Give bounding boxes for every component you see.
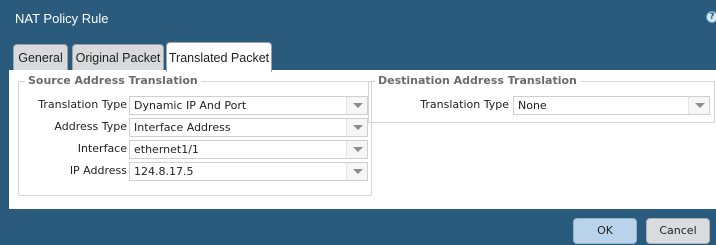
- tab-content-panel: Source Address Translation Translation T…: [9, 70, 716, 209]
- source-translation-type-value: Dynamic IP And Port: [134, 99, 247, 112]
- cancel-button[interactable]: Cancel: [646, 218, 710, 244]
- ip-address-dropdown[interactable]: [346, 163, 367, 180]
- destination-translation-type-select[interactable]: None: [513, 96, 710, 115]
- chevron-down-icon: [353, 147, 363, 152]
- address-type-value: Interface Address: [134, 121, 231, 134]
- destination-translation-type-dropdown[interactable]: [688, 97, 709, 114]
- source-translation-type-select[interactable]: Dynamic IP And Port: [129, 96, 368, 115]
- ip-address-label: IP Address: [69, 164, 127, 177]
- tab-bar: General Original Packet Translated Packe…: [0, 42, 716, 72]
- chevron-down-icon: [353, 125, 363, 130]
- destination-translation-type-value: None: [518, 99, 547, 112]
- address-type-select[interactable]: Interface Address: [129, 118, 368, 137]
- address-type-label: Address Type: [54, 120, 127, 133]
- ip-address-select[interactable]: 124.8.17.5: [129, 162, 368, 181]
- help-icon[interactable]: ?: [706, 11, 716, 23]
- dialog-title: NAT Policy Rule: [15, 11, 109, 26]
- dialog-footer: OK Cancel: [0, 210, 716, 245]
- dialog-titlebar: NAT Policy Rule ?: [0, 0, 716, 38]
- tab-general[interactable]: General: [13, 44, 68, 71]
- interface-dropdown[interactable]: [346, 141, 367, 158]
- address-type-dropdown[interactable]: [346, 119, 367, 136]
- nat-policy-rule-dialog: NAT Policy Rule ? General Original Packe…: [0, 0, 716, 245]
- source-address-translation-group: Source Address Translation Translation T…: [18, 74, 372, 196]
- chevron-down-icon: [353, 169, 363, 174]
- interface-label: Interface: [77, 142, 127, 155]
- tab-original-packet[interactable]: Original Packet: [72, 44, 164, 71]
- destination-address-translation-group: Destination Address Translation Translat…: [368, 74, 715, 123]
- tab-translated-packet[interactable]: Translated Packet: [166, 42, 272, 72]
- source-translation-legend: Source Address Translation: [25, 74, 201, 87]
- chevron-down-icon: [353, 103, 363, 108]
- source-translation-type-label: Translation Type: [38, 98, 127, 111]
- ok-button[interactable]: OK: [573, 218, 637, 244]
- interface-value: ethernet1/1: [134, 143, 199, 156]
- destination-translation-type-label: Translation Type: [420, 98, 509, 111]
- source-translation-type-dropdown[interactable]: [346, 97, 367, 114]
- chevron-down-icon: [695, 103, 705, 108]
- interface-select[interactable]: ethernet1/1: [129, 140, 368, 159]
- destination-translation-legend: Destination Address Translation: [375, 74, 580, 87]
- ip-address-value: 124.8.17.5: [134, 165, 194, 178]
